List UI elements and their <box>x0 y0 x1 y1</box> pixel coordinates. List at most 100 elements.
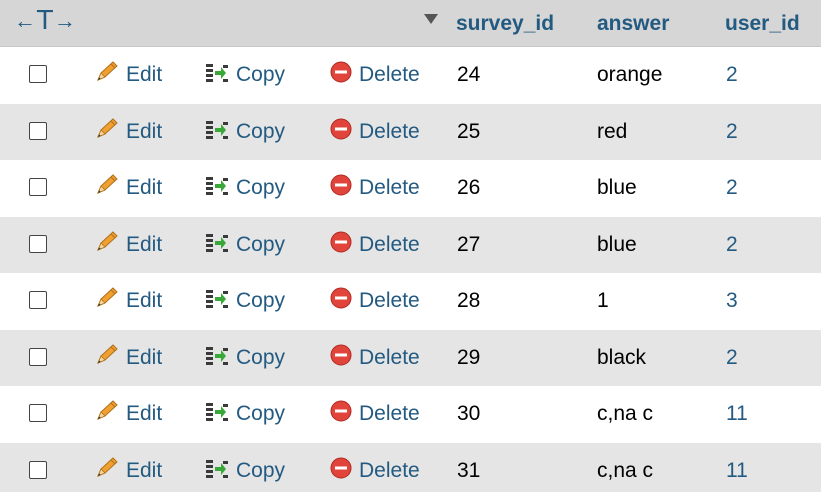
edit-button[interactable]: Edit <box>94 343 163 373</box>
copy-icon <box>204 343 230 373</box>
cell-answer: red <box>597 119 628 143</box>
delete-icon <box>329 230 353 260</box>
edit-label: Edit <box>126 289 163 312</box>
cell-answer: orange <box>597 63 663 86</box>
edit-button[interactable]: Edit <box>94 456 162 485</box>
copy-button[interactable]: Copy <box>204 344 285 372</box>
cell-survey-id: 28 <box>457 289 481 312</box>
edit-button[interactable]: Edit <box>94 400 162 428</box>
row-checkbox[interactable] <box>29 234 47 253</box>
table-row: Edit Copy <box>0 103 821 160</box>
cell-answer: c,na c <box>597 402 654 425</box>
cell-user-id[interactable]: 2 <box>726 346 738 370</box>
delete-icon <box>329 173 353 203</box>
pencil-icon <box>94 117 120 147</box>
row-checkbox[interactable] <box>29 460 47 479</box>
delete-button[interactable]: Delete <box>329 174 420 202</box>
text-toggle-icon[interactable]: T <box>37 8 53 34</box>
copy-button[interactable]: Copy <box>204 174 285 202</box>
delete-icon <box>329 343 353 373</box>
cell-user-id[interactable]: 2 <box>726 176 738 200</box>
pencil-icon <box>94 230 120 260</box>
cell-user-id[interactable]: 2 <box>726 63 738 87</box>
copy-label: Copy <box>236 402 286 425</box>
copy-button[interactable]: Copy <box>204 231 285 259</box>
arrow-left-icon[interactable]: ← <box>14 9 36 33</box>
cell-survey-id: 31 <box>457 458 481 482</box>
delete-label: Delete <box>359 458 420 482</box>
delete-button[interactable]: Delete <box>329 287 420 315</box>
cell-survey-id: 27 <box>457 232 481 256</box>
edit-button[interactable]: Edit <box>94 61 162 89</box>
copy-label: Copy <box>236 232 286 256</box>
delete-label: Delete <box>359 119 420 143</box>
delete-button[interactable]: Delete <box>329 457 420 485</box>
row-checkbox[interactable] <box>29 404 47 422</box>
cell-survey-id: 24 <box>457 63 481 86</box>
pencil-icon <box>94 173 120 203</box>
cell-answer: 1 <box>597 289 609 312</box>
copy-button[interactable]: Copy <box>204 287 285 315</box>
table-row: Edit Copy <box>0 329 821 386</box>
delete-icon <box>329 286 353 316</box>
edit-label: Edit <box>126 345 163 369</box>
delete-label: Delete <box>359 345 420 369</box>
copy-label: Copy <box>236 458 286 482</box>
delete-label: Delete <box>359 176 420 199</box>
cell-user-id[interactable]: 2 <box>726 233 738 257</box>
table-row: Edit Copy <box>0 160 821 216</box>
delete-label: Delete <box>359 289 420 312</box>
copy-icon <box>204 117 230 147</box>
copy-button[interactable]: Copy <box>204 118 285 146</box>
pencil-icon <box>94 399 120 429</box>
delete-button[interactable]: Delete <box>329 61 420 89</box>
copy-button[interactable]: Copy <box>204 400 285 428</box>
sort-down-icon[interactable] <box>424 14 438 24</box>
delete-button[interactable]: Delete <box>329 231 420 259</box>
row-checkbox[interactable] <box>29 65 47 83</box>
delete-button[interactable]: Delete <box>329 118 420 146</box>
copy-label: Copy <box>236 63 286 86</box>
copy-label: Copy <box>236 289 286 312</box>
column-header-user-id[interactable]: user_id <box>725 12 800 36</box>
copy-label: Copy <box>236 119 286 143</box>
copy-icon <box>204 173 230 203</box>
column-header-answer[interactable]: answer <box>597 12 669 36</box>
cell-answer: blue <box>597 232 637 256</box>
delete-icon <box>329 60 353 90</box>
row-checkbox[interactable] <box>29 121 47 140</box>
copy-icon <box>204 456 230 486</box>
copy-icon <box>204 230 230 260</box>
cell-answer: blue <box>597 176 637 199</box>
row-checkbox[interactable] <box>29 291 47 309</box>
cell-user-id[interactable]: 2 <box>726 120 738 144</box>
pencil-icon <box>94 60 120 90</box>
edit-button[interactable]: Edit <box>94 230 163 260</box>
edit-button[interactable]: Edit <box>94 117 162 147</box>
delete-label: Delete <box>359 232 420 256</box>
arrow-right-icon[interactable]: → <box>54 9 76 33</box>
pencil-icon <box>94 286 120 316</box>
cell-survey-id: 29 <box>457 345 481 369</box>
edit-label: Edit <box>126 176 163 199</box>
cell-user-id[interactable]: 11 <box>726 459 748 483</box>
row-checkbox[interactable] <box>29 347 47 366</box>
delete-button[interactable]: Delete <box>329 344 420 372</box>
edit-button[interactable]: Edit <box>94 287 162 315</box>
cell-answer: black <box>597 345 647 369</box>
edit-button[interactable]: Edit <box>94 174 162 202</box>
edit-label: Edit <box>126 232 163 256</box>
cell-survey-id: 26 <box>457 176 481 199</box>
row-checkbox[interactable] <box>29 178 47 196</box>
delete-button[interactable]: Delete <box>329 400 420 428</box>
column-header-survey-id[interactable]: survey_id <box>456 12 554 36</box>
column-arrows[interactable]: ← T → <box>14 8 76 34</box>
delete-icon <box>329 456 353 486</box>
edit-label: Edit <box>126 402 163 425</box>
pencil-icon <box>94 343 120 373</box>
cell-user-id[interactable]: 11 <box>726 402 748 426</box>
copy-button[interactable]: Copy <box>204 61 285 89</box>
edit-label: Edit <box>126 63 163 86</box>
copy-button[interactable]: Copy <box>204 457 285 485</box>
cell-user-id[interactable]: 3 <box>726 289 738 313</box>
